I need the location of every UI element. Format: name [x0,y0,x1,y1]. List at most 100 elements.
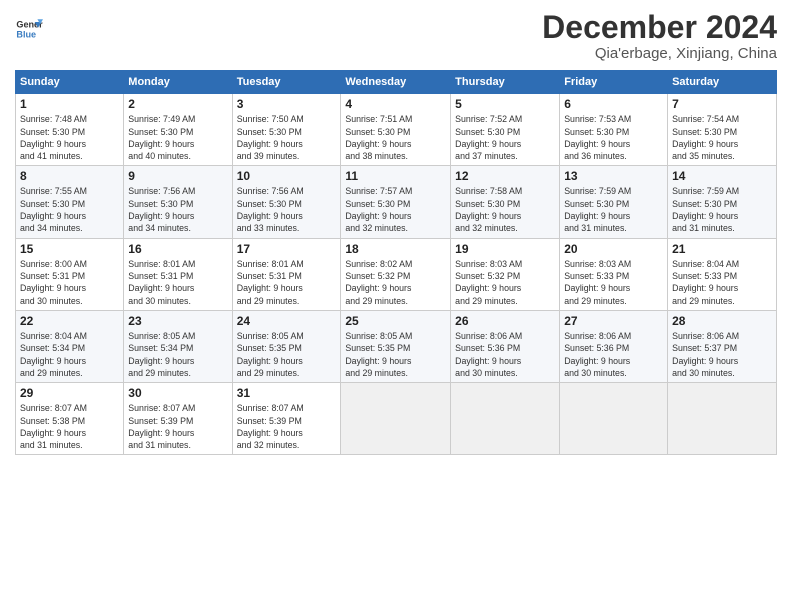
day-number: 23 [128,314,227,328]
week-row-4: 22 Sunrise: 8:04 AM Sunset: 5:34 PM Dayli… [16,310,777,382]
logo: General Blue [15,15,43,43]
day-number: 24 [237,314,337,328]
svg-text:Blue: Blue [16,29,36,39]
table-cell [668,383,777,455]
table-cell: 30 Sunrise: 8:07 AM Sunset: 5:39 PM Dayli… [124,383,232,455]
col-sunday: Sunday [16,71,124,94]
day-number: 14 [672,169,772,183]
day-number: 5 [455,97,555,111]
week-row-3: 15 Sunrise: 8:00 AM Sunset: 5:31 PM Dayli… [16,238,777,310]
day-info: Sunrise: 8:06 AM Sunset: 5:36 PM Dayligh… [455,330,555,379]
day-number: 30 [128,386,227,400]
table-cell: 13 Sunrise: 7:59 AM Sunset: 5:30 PM Dayli… [560,166,668,238]
table-cell: 3 Sunrise: 7:50 AM Sunset: 5:30 PM Daylig… [232,94,341,166]
table-cell: 28 Sunrise: 8:06 AM Sunset: 5:37 PM Dayli… [668,310,777,382]
day-number: 12 [455,169,555,183]
day-info: Sunrise: 8:00 AM Sunset: 5:31 PM Dayligh… [20,258,119,307]
table-cell: 6 Sunrise: 7:53 AM Sunset: 5:30 PM Daylig… [560,94,668,166]
week-row-2: 8 Sunrise: 7:55 AM Sunset: 5:30 PM Daylig… [16,166,777,238]
table-cell: 8 Sunrise: 7:55 AM Sunset: 5:30 PM Daylig… [16,166,124,238]
day-number: 17 [237,242,337,256]
day-info: Sunrise: 7:57 AM Sunset: 5:30 PM Dayligh… [345,185,446,234]
day-info: Sunrise: 8:03 AM Sunset: 5:32 PM Dayligh… [455,258,555,307]
table-cell: 4 Sunrise: 7:51 AM Sunset: 5:30 PM Daylig… [341,94,451,166]
col-thursday: Thursday [451,71,560,94]
day-info: Sunrise: 7:58 AM Sunset: 5:30 PM Dayligh… [455,185,555,234]
day-info: Sunrise: 7:50 AM Sunset: 5:30 PM Dayligh… [237,113,337,162]
day-info: Sunrise: 7:56 AM Sunset: 5:30 PM Dayligh… [128,185,227,234]
day-info: Sunrise: 7:51 AM Sunset: 5:30 PM Dayligh… [345,113,446,162]
day-info: Sunrise: 7:59 AM Sunset: 5:30 PM Dayligh… [564,185,663,234]
day-info: Sunrise: 8:04 AM Sunset: 5:33 PM Dayligh… [672,258,772,307]
day-number: 31 [237,386,337,400]
table-cell [560,383,668,455]
day-number: 6 [564,97,663,111]
day-info: Sunrise: 7:49 AM Sunset: 5:30 PM Dayligh… [128,113,227,162]
table-cell: 12 Sunrise: 7:58 AM Sunset: 5:30 PM Dayli… [451,166,560,238]
day-info: Sunrise: 8:02 AM Sunset: 5:32 PM Dayligh… [345,258,446,307]
table-cell: 31Sunrise: 8:07 AM Sunset: 5:39 PM Dayli… [232,383,341,455]
subtitle: Qia'erbage, Xinjiang, China [542,45,777,62]
col-saturday: Saturday [668,71,777,94]
day-info: Sunrise: 7:52 AM Sunset: 5:30 PM Dayligh… [455,113,555,162]
day-info: Sunrise: 8:04 AM Sunset: 5:34 PM Dayligh… [20,330,119,379]
table-cell: 18 Sunrise: 8:02 AM Sunset: 5:32 PM Dayli… [341,238,451,310]
table-cell: 29Sunrise: 8:07 AM Sunset: 5:38 PM Dayli… [16,383,124,455]
day-number: 4 [345,97,446,111]
day-info: Sunrise: 7:55 AM Sunset: 5:30 PM Dayligh… [20,185,119,234]
col-tuesday: Tuesday [232,71,341,94]
table-cell: 24 Sunrise: 8:05 AM Sunset: 5:35 PM Dayli… [232,310,341,382]
day-number: 10 [237,169,337,183]
day-info: Sunrise: 8:01 AM Sunset: 5:31 PM Dayligh… [237,258,337,307]
table-cell: 15 Sunrise: 8:00 AM Sunset: 5:31 PM Dayli… [16,238,124,310]
col-monday: Monday [124,71,232,94]
logo-icon: General Blue [15,15,43,43]
table-cell: 7Sunrise: 7:54 AM Sunset: 5:30 PM Daylig… [668,94,777,166]
table-cell [341,383,451,455]
day-info: Sunrise: 7:53 AM Sunset: 5:30 PM Dayligh… [564,113,663,162]
day-number: 18 [345,242,446,256]
table-cell: 25 Sunrise: 8:05 AM Sunset: 5:35 PM Dayli… [341,310,451,382]
day-number: 20 [564,242,663,256]
day-info: Sunrise: 8:05 AM Sunset: 5:35 PM Dayligh… [237,330,337,379]
day-number: 15 [20,242,119,256]
day-number: 25 [345,314,446,328]
main-title: December 2024 [542,10,777,45]
table-cell: 27Sunrise: 8:06 AM Sunset: 5:36 PM Dayli… [560,310,668,382]
day-info: Sunrise: 8:05 AM Sunset: 5:35 PM Dayligh… [345,330,446,379]
day-number: 2 [128,97,227,111]
table-cell: 21 Sunrise: 8:04 AM Sunset: 5:33 PM Dayli… [668,238,777,310]
day-number: 22 [20,314,119,328]
table-cell: 23 Sunrise: 8:05 AM Sunset: 5:34 PM Dayli… [124,310,232,382]
day-number: 7 [672,97,772,111]
day-info: Sunrise: 8:06 AM Sunset: 5:37 PM Dayligh… [672,330,772,379]
table-cell: 22 Sunrise: 8:04 AM Sunset: 5:34 PM Dayli… [16,310,124,382]
day-info: Sunrise: 7:56 AM Sunset: 5:30 PM Dayligh… [237,185,337,234]
table-cell: 19Sunrise: 8:03 AM Sunset: 5:32 PM Dayli… [451,238,560,310]
title-block: December 2024 Qia'erbage, Xinjiang, Chin… [542,10,777,62]
col-wednesday: Wednesday [341,71,451,94]
table-cell: 26 Sunrise: 8:06 AM Sunset: 5:36 PM Dayli… [451,310,560,382]
day-number: 28 [672,314,772,328]
day-number: 21 [672,242,772,256]
day-info: Sunrise: 7:59 AM Sunset: 5:30 PM Dayligh… [672,185,772,234]
calendar-header-row: Sunday Monday Tuesday Wednesday Thursday… [16,71,777,94]
day-info: Sunrise: 8:07 AM Sunset: 5:38 PM Dayligh… [20,402,119,451]
day-info: Sunrise: 8:07 AM Sunset: 5:39 PM Dayligh… [128,402,227,451]
calendar-table: Sunday Monday Tuesday Wednesday Thursday… [15,70,777,455]
table-cell: 1Sunrise: 7:48 AM Sunset: 5:30 PM Daylig… [16,94,124,166]
day-number: 1 [20,97,119,111]
week-row-1: 1Sunrise: 7:48 AM Sunset: 5:30 PM Daylig… [16,94,777,166]
table-cell: 16Sunrise: 8:01 AM Sunset: 5:31 PM Dayli… [124,238,232,310]
day-info: Sunrise: 8:05 AM Sunset: 5:34 PM Dayligh… [128,330,227,379]
day-number: 26 [455,314,555,328]
day-number: 3 [237,97,337,111]
table-cell: 9Sunrise: 7:56 AM Sunset: 5:30 PM Daylig… [124,166,232,238]
page: General Blue December 2024 Qia'erbage, X… [0,0,792,612]
table-cell: 10 Sunrise: 7:56 AM Sunset: 5:30 PM Dayli… [232,166,341,238]
table-cell: 20Sunrise: 8:03 AM Sunset: 5:33 PM Dayli… [560,238,668,310]
table-cell: 17 Sunrise: 8:01 AM Sunset: 5:31 PM Dayli… [232,238,341,310]
day-number: 8 [20,169,119,183]
table-cell [451,383,560,455]
day-number: 13 [564,169,663,183]
